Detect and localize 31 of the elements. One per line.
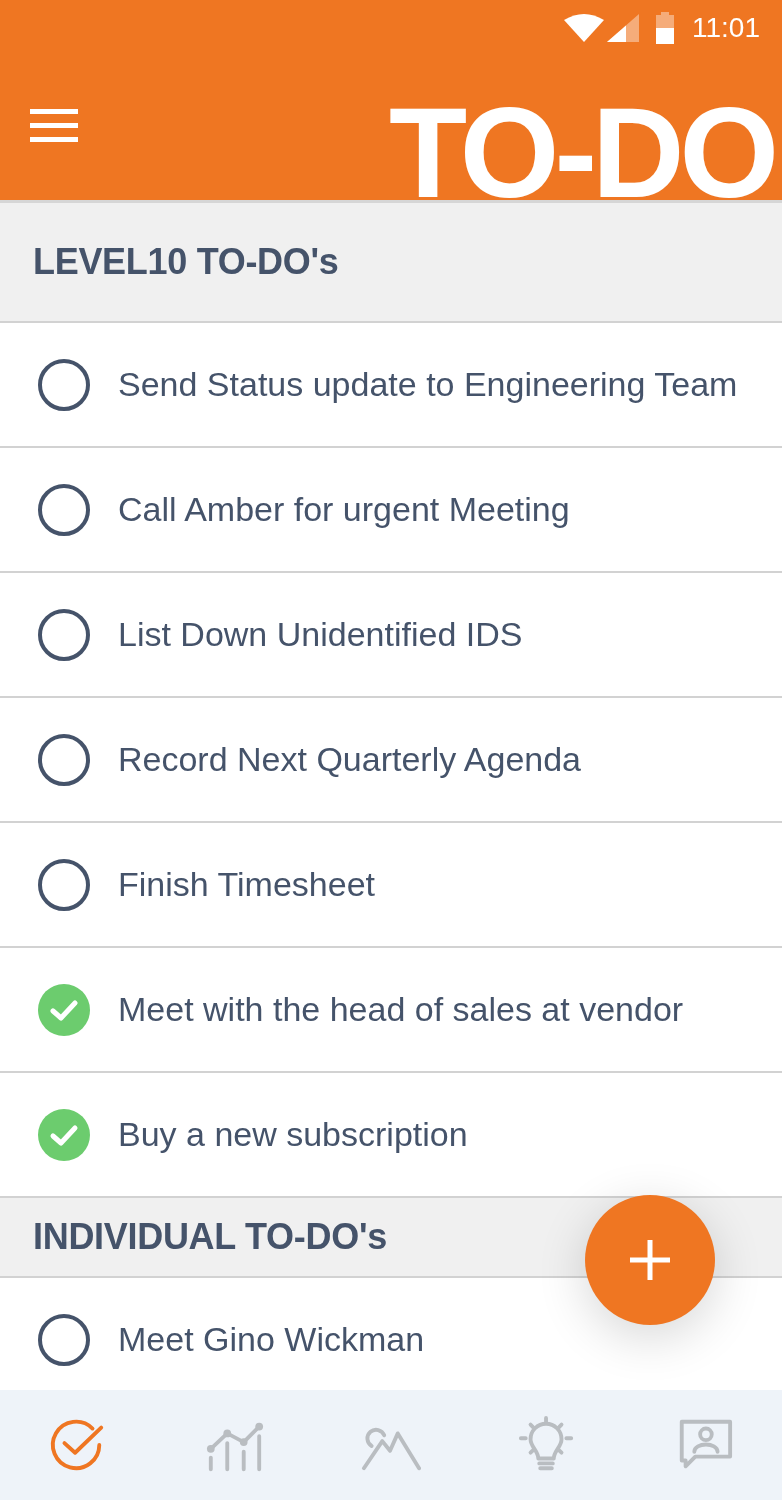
todo-text: Record Next Quarterly Agenda	[118, 740, 582, 779]
checkbox[interactable]	[38, 733, 90, 786]
wifi-icon	[564, 13, 604, 42]
todo-row[interactable]: Meet with the head of sales at vendor	[0, 948, 782, 1073]
checkbox[interactable]	[38, 1313, 90, 1366]
checkbox[interactable]	[38, 983, 90, 1036]
todo-text: Buy a new subscription	[118, 1115, 468, 1154]
checkbox[interactable]	[38, 1108, 90, 1161]
todo-text: Meet with the head of sales at vendor	[118, 990, 684, 1029]
todo-row[interactable]: List Down Unidentified IDS	[0, 573, 782, 698]
checkbox[interactable]	[38, 358, 90, 411]
todo-text: Send Status update to Engineering Team	[118, 365, 738, 404]
section-title: LEVEL10 TO-DO's	[33, 241, 339, 283]
plus-icon	[630, 1240, 670, 1280]
todo-text: Call Amber for urgent Meeting	[118, 490, 570, 529]
todo-row[interactable]: Record Next Quarterly Agenda	[0, 698, 782, 823]
checkbox[interactable]	[38, 483, 90, 536]
battery-icon	[656, 11, 674, 44]
todo-row[interactable]: Finish Timesheet	[0, 823, 782, 948]
signal-icon	[607, 13, 639, 42]
todo-row[interactable]: Send Status update to Engineering Team	[0, 323, 782, 448]
todo-row[interactable]: Call Amber for urgent Meeting	[0, 448, 782, 573]
todo-text: Meet Gino Wickman	[118, 1320, 425, 1359]
page-title: TO-DO	[388, 106, 775, 199]
status-time: 11:01	[692, 13, 760, 42]
todo-text: List Down Unidentified IDS	[118, 615, 523, 654]
section-title: INDIVIDUAL TO-DO's	[33, 1216, 387, 1258]
checkbox[interactable]	[38, 608, 90, 661]
todo-text: Finish Timesheet	[118, 865, 375, 904]
menu-icon[interactable]	[30, 109, 78, 143]
checkbox[interactable]	[38, 858, 90, 911]
